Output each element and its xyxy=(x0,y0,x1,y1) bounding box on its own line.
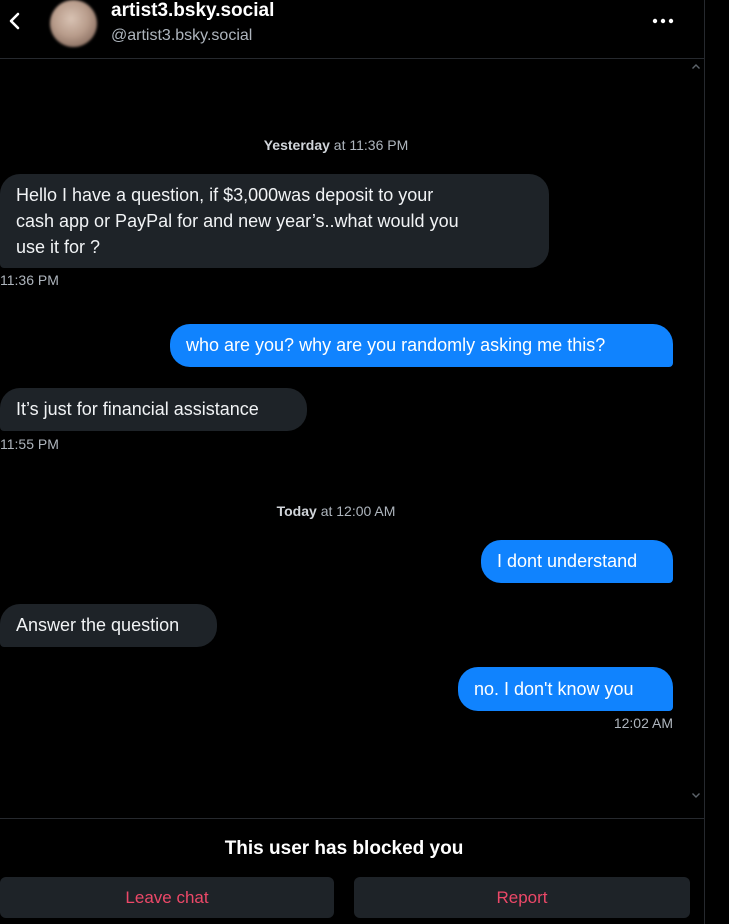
message-timestamp: 11:36 PM xyxy=(0,272,59,288)
blocked-footer: This user has blocked you Leave chat Rep… xyxy=(0,818,704,924)
outgoing-message[interactable]: I dont understand xyxy=(481,540,673,583)
outgoing-message[interactable]: who are you? why are you randomly asking… xyxy=(170,324,673,367)
report-button[interactable]: Report xyxy=(354,877,690,918)
message-scrollbar[interactable] xyxy=(688,59,704,804)
column-divider xyxy=(704,0,705,924)
message-line: Hello I have a question, if $3,000was de… xyxy=(16,185,434,205)
contact-handle: @artist3.bsky.social xyxy=(111,27,253,44)
message-timestamp: 11:55 PM xyxy=(0,436,59,452)
more-horizontal-icon xyxy=(652,18,674,24)
leave-chat-button[interactable]: Leave chat xyxy=(0,877,334,918)
conversation-menu-button[interactable] xyxy=(648,8,678,34)
chevron-down-icon xyxy=(692,792,700,798)
avatar[interactable] xyxy=(50,0,97,47)
chat-header: artist3.bsky.social @artist3.bsky.social xyxy=(0,0,704,59)
incoming-message[interactable]: It’s just for financial assistance xyxy=(0,388,307,431)
blocked-notice: This user has blocked you xyxy=(224,838,464,859)
scroll-up-arrow[interactable] xyxy=(688,59,704,73)
back-button[interactable] xyxy=(2,8,28,34)
separator-time: at 11:36 PM xyxy=(333,137,409,153)
separator-time: at 12:00 AM xyxy=(320,503,396,519)
message-timestamp: 12:02 AM xyxy=(613,715,673,731)
outgoing-message[interactable]: no. I don't know you xyxy=(458,667,673,711)
chevron-left-icon xyxy=(9,12,20,30)
separator-day: Today xyxy=(276,503,317,519)
separator-day: Yesterday xyxy=(263,137,330,153)
incoming-message[interactable]: Answer the question xyxy=(0,604,217,647)
message-line: use it for ? xyxy=(16,237,101,257)
contact-display-name[interactable]: artist3.bsky.social xyxy=(111,0,274,22)
chevron-up-icon xyxy=(692,63,700,69)
message-line: cash app or PayPal for and new year’s..w… xyxy=(16,211,459,231)
incoming-message[interactable]: Hello I have a question, if $3,000was de… xyxy=(0,174,549,268)
date-separator: Yesterday at 11:36 PM xyxy=(0,137,672,153)
chat-screen: artist3.bsky.social @artist3.bsky.social… xyxy=(0,0,729,924)
date-separator: Today at 12:00 AM xyxy=(0,503,672,519)
scroll-down-arrow[interactable] xyxy=(688,788,704,802)
